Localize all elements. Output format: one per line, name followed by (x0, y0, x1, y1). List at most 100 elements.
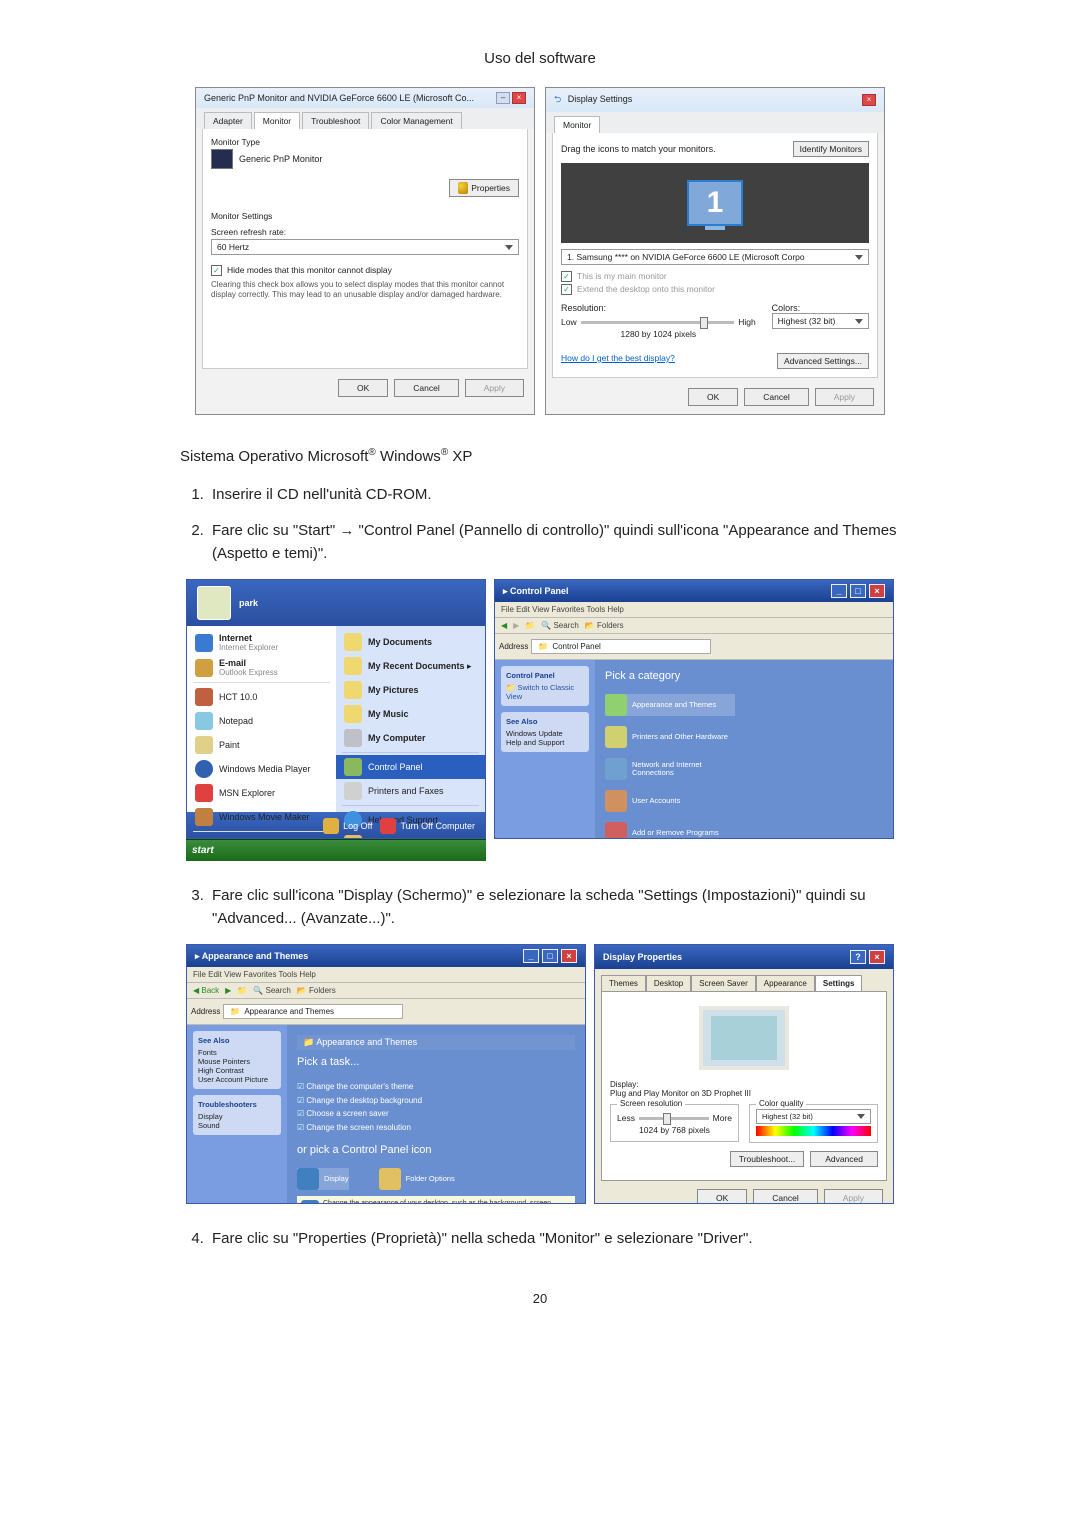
dp-advanced-button[interactable]: Advanced (810, 1151, 878, 1167)
close-icon[interactable]: × (869, 584, 885, 598)
cp-see-update[interactable]: Windows Update (506, 729, 584, 738)
start-item-internet[interactable]: InternetInternet Explorer (187, 630, 336, 655)
dp-tab-themes[interactable]: Themes (601, 975, 646, 991)
search-icon[interactable]: 🔍 Search (541, 621, 579, 630)
close-icon[interactable]: × (512, 92, 526, 104)
cp-see-help[interactable]: Help and Support (506, 738, 584, 747)
cp-cat-addremove[interactable]: Add or Remove Programs (605, 822, 735, 839)
start-item-notepad[interactable]: Notepad (187, 709, 336, 733)
at-task-ss[interactable]: Choose a screen saver (297, 1107, 575, 1121)
close-icon[interactable]: × (869, 950, 885, 964)
dp-tab-desktop[interactable]: Desktop (646, 975, 691, 991)
forward-icon[interactable]: ▶ (225, 986, 231, 995)
extend-desktop-checkbox[interactable]: ✓ (561, 284, 572, 295)
maximize-icon[interactable]: □ (850, 584, 866, 598)
apply-button[interactable]: Apply (465, 379, 524, 397)
at-see-ua[interactable]: User Account Picture (198, 1075, 276, 1084)
cp-cat-printers[interactable]: Printers and Other Hardware (605, 726, 735, 748)
start-item-mydocs[interactable]: My Documents (336, 630, 485, 654)
search-icon[interactable]: 🔍 Search (253, 986, 291, 995)
cancel-button[interactable]: Cancel (753, 1189, 817, 1204)
at-icon-display[interactable]: Display (297, 1168, 349, 1190)
resolution-slider[interactable] (581, 321, 735, 324)
forward-icon[interactable]: ▶ (513, 621, 519, 630)
properties-button[interactable]: Properties (449, 179, 519, 197)
back-icon[interactable]: ⮌ (554, 94, 561, 104)
apply-button[interactable]: Apply (824, 1189, 883, 1204)
start-item-controlpanel[interactable]: Control Panel (336, 755, 485, 779)
at-task-bg[interactable]: Change the desktop background (297, 1094, 575, 1108)
at-see-contrast[interactable]: High Contrast (198, 1066, 276, 1075)
ok-button[interactable]: OK (688, 388, 738, 406)
logoff-button[interactable]: Log Off (323, 818, 372, 834)
ok-button[interactable]: OK (338, 379, 388, 397)
cp-switch-view[interactable]: 📁 Switch to Classic View (506, 683, 584, 701)
start-item-msn[interactable]: MSN Explorer (187, 781, 336, 805)
best-display-link[interactable]: How do I get the best display? (561, 353, 675, 369)
back-icon[interactable]: ◀ Back (193, 986, 219, 995)
at-ts-sound[interactable]: Sound (198, 1121, 276, 1130)
turnoff-button[interactable]: Turn Off Computer (380, 818, 475, 834)
cp-address-bar[interactable]: 📁 Control Panel (531, 639, 711, 654)
start-item-hct[interactable]: HCT 10.0 (187, 685, 336, 709)
taskbar-start[interactable]: start (186, 839, 486, 861)
at-icon-folder[interactable]: Folder Options (379, 1168, 455, 1190)
cp-cat-users[interactable]: User Accounts (605, 790, 735, 812)
start-item-moviemaker[interactable]: Windows Movie Maker (187, 805, 336, 829)
cancel-button[interactable]: Cancel (744, 388, 808, 406)
at-menubar[interactable]: File Edit View Favorites Tools Help (187, 967, 585, 983)
cp-cat-appearance[interactable]: Appearance and Themes (605, 694, 735, 716)
dp-tab-settings[interactable]: Settings (815, 975, 863, 991)
start-item-paint[interactable]: Paint (187, 733, 336, 757)
advanced-settings-button[interactable]: Advanced Settings... (777, 353, 869, 369)
colors-select[interactable]: Highest (32 bit) (772, 313, 869, 329)
back-icon[interactable]: ◀ (501, 621, 507, 630)
dp-troubleshoot-button[interactable]: Troubleshoot... (730, 1151, 804, 1167)
monitor-1-icon[interactable]: 1 (687, 180, 743, 226)
monitor-select[interactable]: 1. Samsung **** on NVIDIA GeForce 6600 L… (561, 249, 869, 265)
monitor-arrangement-area[interactable]: 1 (561, 163, 869, 243)
tab-troubleshoot[interactable]: Troubleshoot (302, 112, 369, 129)
folder-up-icon[interactable]: 📁 (525, 621, 535, 630)
dp-tab-ss[interactable]: Screen Saver (691, 975, 755, 991)
start-item-music[interactable]: My Music (336, 702, 485, 726)
ok-button[interactable]: OK (697, 1189, 747, 1204)
refresh-rate-select[interactable]: 60 Hertz (211, 239, 519, 255)
at-see-fonts[interactable]: Fonts (198, 1048, 276, 1057)
cp-cat-network[interactable]: Network and Internet Connections (605, 758, 735, 780)
cp-menubar[interactable]: File Edit View Favorites Tools Help (495, 602, 893, 618)
folders-icon[interactable]: 📂 Folders (297, 986, 336, 995)
close-icon[interactable]: × (561, 949, 577, 963)
minimize-icon[interactable]: _ (831, 584, 847, 598)
folder-up-icon[interactable]: 📁 (237, 986, 247, 995)
at-address-bar[interactable]: 📁 Appearance and Themes (223, 1004, 403, 1019)
minimize-icon[interactable]: _ (523, 949, 539, 963)
dp-tab-appearance[interactable]: Appearance (756, 975, 815, 991)
folders-icon[interactable]: 📂 Folders (585, 621, 624, 630)
maximize-icon[interactable]: □ (542, 949, 558, 963)
tab-adapter[interactable]: Adapter (204, 112, 252, 129)
dp-color-select[interactable]: Highest (32 bit) (756, 1109, 871, 1124)
close-icon[interactable]: × (862, 94, 876, 106)
at-ts-display[interactable]: Display (198, 1112, 276, 1121)
start-item-mycomputer[interactable]: My Computer (336, 726, 485, 750)
at-task-theme[interactable]: Change the computer's theme (297, 1080, 575, 1094)
start-item-email[interactable]: E-mailOutlook Express (187, 655, 336, 680)
at-task-res[interactable]: Change the screen resolution (297, 1121, 575, 1135)
hide-modes-checkbox[interactable]: ✓ (211, 265, 222, 276)
main-monitor-checkbox[interactable]: ✓ (561, 271, 572, 282)
cancel-button[interactable]: Cancel (394, 379, 458, 397)
start-item-wmp[interactable]: Windows Media Player (187, 757, 336, 781)
dp-resolution-slider[interactable] (639, 1117, 709, 1120)
tab-color-mgmt[interactable]: Color Management (371, 112, 461, 129)
start-item-printers[interactable]: Printers and Faxes (336, 779, 485, 803)
start-item-pics[interactable]: My Pictures (336, 678, 485, 702)
identify-monitors-button[interactable]: Identify Monitors (793, 141, 869, 157)
start-item-recent[interactable]: My Recent Documents ▸ (336, 654, 485, 678)
apply-button[interactable]: Apply (815, 388, 874, 406)
help-icon[interactable]: ? (850, 950, 866, 964)
tab-monitor-ds[interactable]: Monitor (554, 116, 600, 133)
minimize-icon[interactable]: – (496, 92, 510, 104)
at-see-mouse[interactable]: Mouse Pointers (198, 1057, 276, 1066)
tab-monitor[interactable]: Monitor (254, 112, 300, 129)
